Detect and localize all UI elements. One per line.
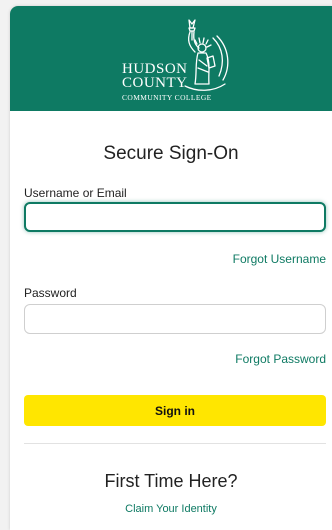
header-banner: HUDSON COUNTY COMMUNITY COLLEGE xyxy=(10,6,332,111)
sign-in-button[interactable]: Sign in xyxy=(24,395,326,426)
logo-line-county: COUNTY xyxy=(122,75,188,91)
college-logo: HUDSON COUNTY COMMUNITY COLLEGE xyxy=(110,18,250,103)
password-label: Password xyxy=(24,286,77,300)
claim-identity-link[interactable]: Claim Your Identity xyxy=(10,503,332,515)
logo-wordmark: HUDSON COUNTY COMMUNITY COLLEGE xyxy=(122,62,212,105)
username-input[interactable] xyxy=(24,202,326,232)
forgot-username-link[interactable]: Forgot Username xyxy=(233,252,326,266)
first-time-heading: First Time Here? xyxy=(104,471,238,491)
password-input[interactable] xyxy=(24,304,326,334)
signin-card: HUDSON COUNTY COMMUNITY COLLEGE Secure S… xyxy=(10,6,332,530)
logo-line-hudson: HUDSON xyxy=(122,61,188,77)
username-label: Username or Email xyxy=(24,186,127,200)
section-divider xyxy=(24,443,326,444)
page-title: Secure Sign-On xyxy=(103,143,239,164)
logo-line-community-college: COMMUNITY COLLEGE xyxy=(122,93,212,102)
forgot-password-link[interactable]: Forgot Password xyxy=(235,352,326,366)
